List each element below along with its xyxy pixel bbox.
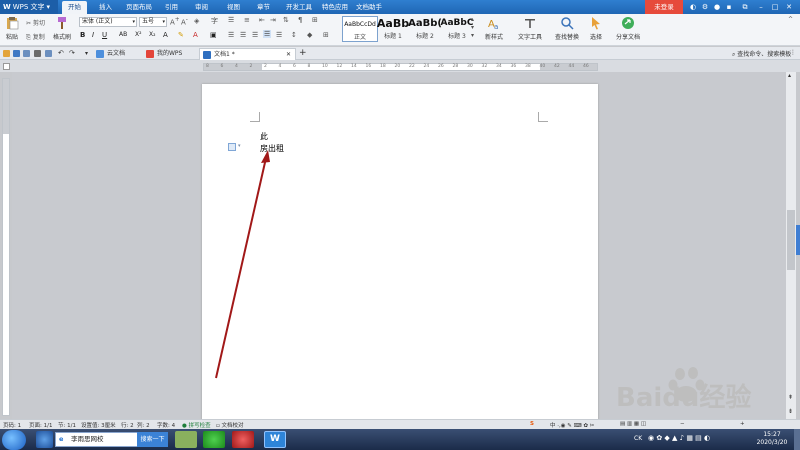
browser-taskbar-icon[interactable]: [203, 431, 225, 448]
status-page-no[interactable]: 页码: 1: [3, 421, 21, 429]
zoom-plus-icon[interactable]: +: [740, 421, 745, 427]
scroll-up-icon[interactable]: ▴: [788, 72, 791, 79]
sogou-ime-icon[interactable]: S: [530, 421, 534, 427]
status-pages[interactable]: 页面: 1/1: [29, 421, 52, 429]
status-section[interactable]: 节: 1/1: [58, 421, 76, 429]
start-button[interactable]: [2, 430, 26, 450]
vertical-scrollbar[interactable]: ▴ ⇞ ⇟: [786, 72, 796, 419]
status-row[interactable]: 行: 2: [121, 421, 134, 429]
status-word-count[interactable]: 字数: 4: [157, 421, 175, 429]
language-indicator[interactable]: CK: [634, 435, 642, 442]
browser-search-text: 李雨思网校: [71, 435, 104, 443]
clock-date: 2020/3/20: [756, 439, 788, 446]
scroll-thumb[interactable]: [787, 210, 795, 270]
status-position[interactable]: 设置值: 3厘米: [81, 421, 116, 429]
status-column[interactable]: 列: 2: [137, 421, 150, 429]
annotation-arrow-head: [261, 150, 270, 163]
wps-logo-icon: W: [270, 434, 280, 444]
watermark-text: Baidu经验: [616, 382, 751, 412]
tray-icons[interactable]: ◉ ✿ ◆ ▲ ♪ ▦ ▤ ◐: [648, 434, 710, 442]
browser-search-button[interactable]: 搜索一下: [137, 432, 168, 447]
prev-page-icon[interactable]: ⇞: [788, 394, 793, 401]
wps-taskbar-icon[interactable]: W: [264, 431, 286, 448]
annotation-arrow-shaft: [215, 157, 267, 379]
windows-taskbar: e 李雨思网校 搜索一下 W CK ◉ ✿ ◆ ▲ ♪ ▦ ▤ ◐ 15:27 …: [0, 429, 800, 450]
ie-taskbar-icon[interactable]: [36, 431, 53, 448]
status-proofread[interactable]: ▫ 文档校对: [216, 421, 244, 429]
ie-icon: e: [59, 435, 64, 443]
status-spell-check[interactable]: ● 拼写检查: [182, 421, 211, 429]
status-bar: 页码: 1 页面: 1/1 节: 1/1 设置值: 3厘米 行: 2 列: 2 …: [0, 419, 800, 429]
side-panel-tab[interactable]: [796, 225, 800, 255]
ime-toolbar[interactable]: 中 ·,◉ ✎ ⌨ ✿ ✂: [550, 421, 594, 429]
view-mode-icons[interactable]: ▤ ▥ ▦ ◫: [620, 421, 646, 427]
security-taskbar-icon[interactable]: [232, 431, 254, 448]
next-page-icon[interactable]: ⇟: [788, 408, 793, 415]
system-clock[interactable]: 15:27 2020/3/20: [752, 431, 792, 447]
show-desktop-button[interactable]: [794, 429, 800, 450]
app-taskbar-icon[interactable]: [175, 431, 197, 448]
zoom-minus-icon[interactable]: −: [680, 421, 685, 427]
clock-time: 15:27: [763, 431, 781, 438]
baidu-watermark: Baidu经验: [616, 367, 751, 412]
